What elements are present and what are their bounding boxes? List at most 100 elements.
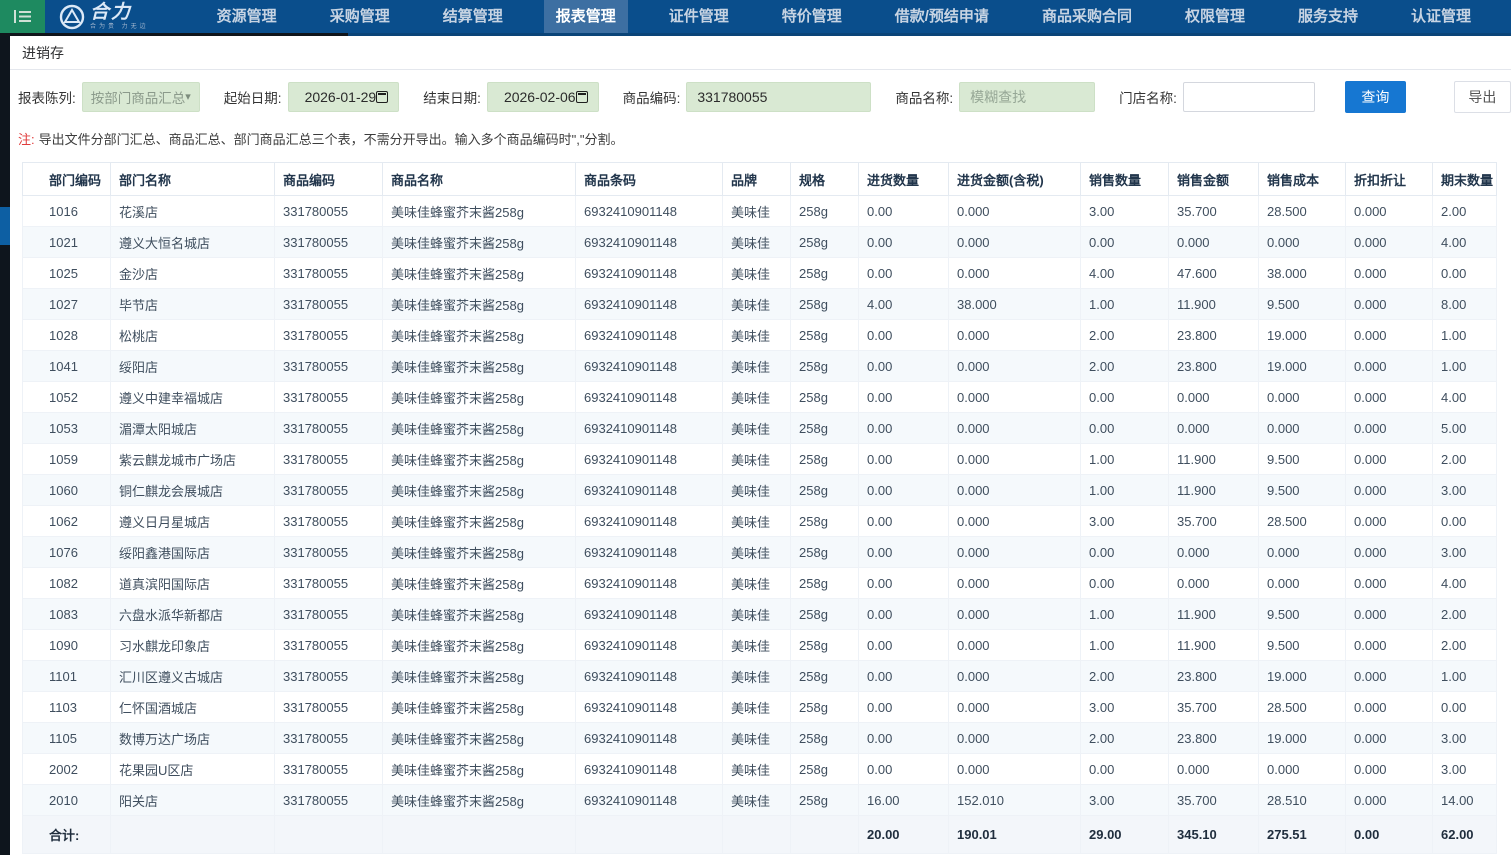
nav-item[interactable]: 资源管理 [205, 0, 289, 33]
nav-item[interactable]: 结算管理 [431, 0, 515, 33]
table-cell: 3.00 [1081, 506, 1169, 537]
product-name-input[interactable] [959, 82, 1095, 112]
table-cell: 美味佳 [723, 289, 791, 320]
table-cell: 道真滨阳国际店 [111, 568, 275, 599]
collapse-sidebar-button[interactable] [0, 0, 45, 33]
table-cell: 2.00 [1433, 630, 1497, 661]
table-cell: 0.000 [949, 661, 1081, 692]
table-cell: 1101 [23, 661, 111, 692]
table-row: 1103仁怀国酒城店331780055美味佳蜂蜜芥末酱258g693241090… [23, 692, 1497, 723]
table-cell: 3.00 [1433, 475, 1497, 506]
table-cell: 0.00 [1433, 506, 1497, 537]
table-cell: 美味佳 [723, 723, 791, 754]
table-cell: 331780055 [275, 196, 383, 227]
app-logo: 合力 合为贵 力无边 [59, 3, 149, 30]
table-cell: 绥阳店 [111, 351, 275, 382]
table-cell: 9.500 [1259, 444, 1346, 475]
nav-item[interactable]: 报表管理 [544, 0, 628, 33]
table-cell: 0.00 [1433, 692, 1497, 723]
table-cell: 258g [791, 289, 859, 320]
table-cell: 0.00 [859, 382, 949, 413]
table-row: 1021遵义大恒名城店331780055美味佳蜂蜜芥末酱258g69324109… [23, 227, 1497, 258]
table-cell: 331780055 [275, 599, 383, 630]
table-cell: 0.000 [1346, 351, 1433, 382]
table-cell: 0.00 [859, 413, 949, 444]
end-date-input[interactable]: 2026-02-06 [487, 82, 599, 112]
table-cell: 0.00 [1081, 537, 1169, 568]
table-cell: 6932410901148 [576, 475, 723, 506]
store-name-input[interactable] [1183, 82, 1315, 112]
table-cell: 0.00 [859, 351, 949, 382]
column-header: 期末数量 [1433, 163, 1497, 196]
main-content: 进销存 报表陈列: 按部门商品汇总 ▾ 起始日期: 2026-01-29 结束日… [10, 36, 1511, 855]
tab-inventory-report[interactable]: 进销存 [10, 43, 64, 63]
table-cell: 美味佳 [723, 196, 791, 227]
table-cell: 1025 [23, 258, 111, 289]
table-cell: 4.00 [1433, 568, 1497, 599]
table-cell: 美味佳蜂蜜芥末酱258g [383, 444, 576, 475]
column-header: 销售数量 [1081, 163, 1169, 196]
nav-item[interactable]: 特价管理 [770, 0, 854, 33]
query-button[interactable]: 查询 [1345, 81, 1406, 113]
table-cell: 0.00 [859, 196, 949, 227]
table-cell: 6932410901148 [576, 785, 723, 816]
nav-item[interactable]: 商品采购合同 [1030, 0, 1144, 33]
table-cell: 0.00 [859, 258, 949, 289]
table-cell: 0.000 [949, 723, 1081, 754]
table-cell: 258g [791, 723, 859, 754]
column-header: 销售成本 [1259, 163, 1346, 196]
table-cell: 47.600 [1169, 258, 1259, 289]
product-code-label: 商品编码: [623, 87, 681, 107]
total-cell: 0.00 [1346, 816, 1433, 854]
table-cell: 0.000 [1346, 599, 1433, 630]
table-row: 1053湄潭太阳城店331780055美味佳蜂蜜芥末酱258g693241090… [23, 413, 1497, 444]
collapse-sidebar-icon [14, 10, 31, 23]
table-cell: 美味佳蜂蜜芥末酱258g [383, 506, 576, 537]
table-cell: 1016 [23, 196, 111, 227]
table-cell: 遵义日月星城店 [111, 506, 275, 537]
table-cell: 2.00 [1081, 351, 1169, 382]
table-cell: 4.00 [859, 289, 949, 320]
nav-item[interactable]: 采购管理 [318, 0, 402, 33]
table-cell: 1027 [23, 289, 111, 320]
filter-bar: 报表陈列: 按部门商品汇总 ▾ 起始日期: 2026-01-29 结束日期: 2… [10, 70, 1511, 123]
table-row: 1101汇川区遵义古城店331780055美味佳蜂蜜芥末酱258g6932410… [23, 661, 1497, 692]
table-cell: 1.00 [1081, 599, 1169, 630]
table-cell: 19.000 [1259, 351, 1346, 382]
collapsed-sidebar[interactable] [0, 36, 10, 855]
product-code-input[interactable] [686, 82, 871, 112]
table-cell: 美味佳蜂蜜芥末酱258g [383, 196, 576, 227]
table-cell: 美味佳 [723, 413, 791, 444]
table-cell: 6932410901148 [576, 506, 723, 537]
column-header: 部门编码 [23, 163, 111, 196]
table-cell: 0.000 [1346, 723, 1433, 754]
report-type-select[interactable]: 按部门商品汇总 ▾ [82, 82, 200, 112]
table-cell: 4.00 [1433, 382, 1497, 413]
table-cell: 1041 [23, 351, 111, 382]
table-cell: 38.000 [1259, 258, 1346, 289]
export-button[interactable]: 导出 [1454, 81, 1511, 113]
table-cell: 0.00 [859, 444, 949, 475]
logo-tagline: 合为贵 力无边 [90, 24, 149, 30]
table-cell: 0.00 [1433, 258, 1497, 289]
nav-item[interactable]: 证件管理 [657, 0, 741, 33]
nav-item[interactable]: 认证管理 [1399, 0, 1483, 33]
table-cell: 1021 [23, 227, 111, 258]
table-cell: 美味佳 [723, 506, 791, 537]
table-cell: 金沙店 [111, 258, 275, 289]
table-row: 1083六盘水派华新都店331780055美味佳蜂蜜芥末酱258g6932410… [23, 599, 1497, 630]
nav-item[interactable]: 借款/预结申请 [883, 0, 1001, 33]
table-cell: 美味佳 [723, 568, 791, 599]
table-cell: 3.00 [1081, 196, 1169, 227]
start-date-input[interactable]: 2026-01-29 [288, 82, 400, 112]
table-cell: 258g [791, 630, 859, 661]
table-cell: 1.00 [1081, 630, 1169, 661]
table-cell: 美味佳 [723, 382, 791, 413]
nav-item[interactable]: 服务支持 [1286, 0, 1370, 33]
table-cell: 28.500 [1259, 692, 1346, 723]
table-cell: 美味佳蜂蜜芥末酱258g [383, 661, 576, 692]
nav-item[interactable]: 权限管理 [1173, 0, 1257, 33]
table-cell: 11.900 [1169, 444, 1259, 475]
column-header: 商品编码 [275, 163, 383, 196]
table-cell: 331780055 [275, 723, 383, 754]
